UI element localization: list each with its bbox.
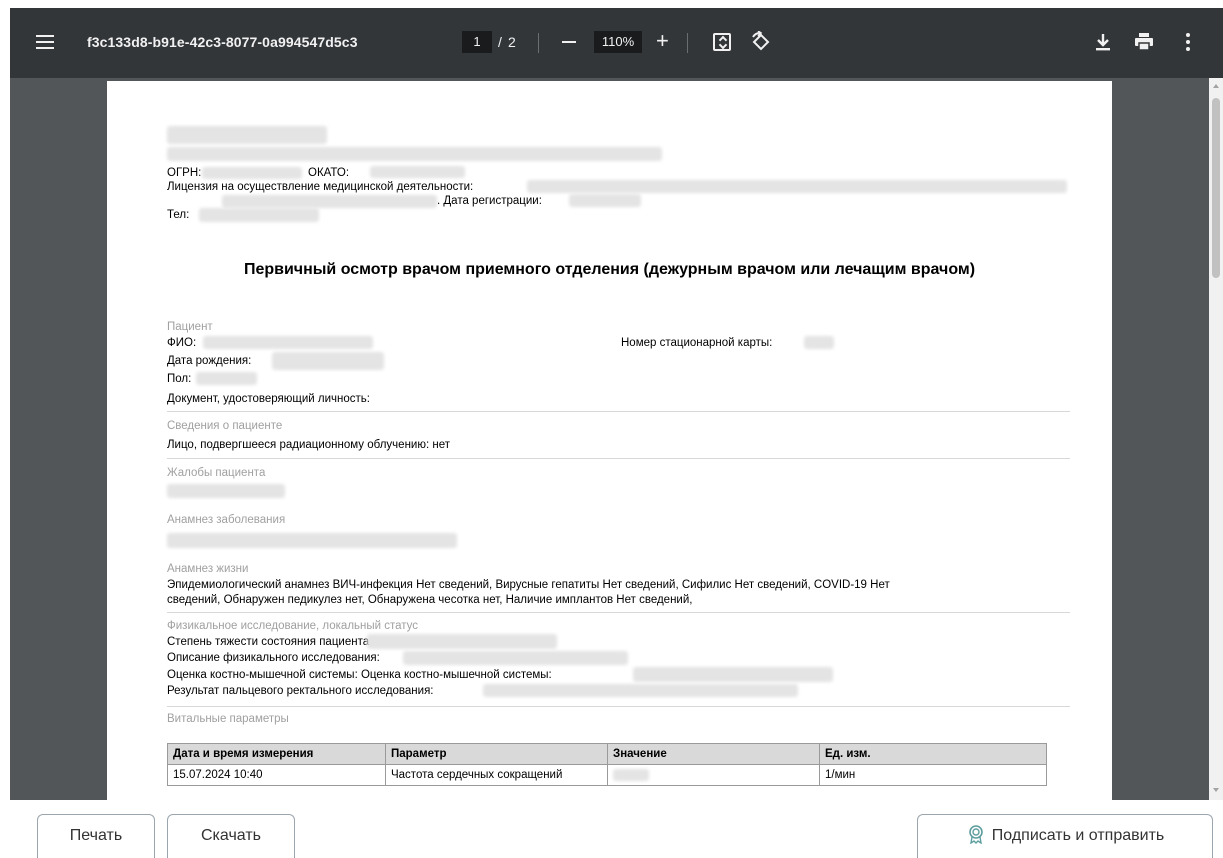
table-cell [607, 764, 820, 786]
zoom-in-icon[interactable]: + [656, 28, 669, 54]
musculoskeletal-label: Оценка костно-мышечной системы: Оценка к… [167, 669, 552, 681]
certificate-icon [968, 825, 983, 845]
sex-label: Пол: [167, 373, 192, 385]
section-complaints: Жалобы пациента [167, 467, 266, 479]
page-number-input[interactable]: 1 [462, 31, 492, 53]
pdf-toolbar: f3c133d8-b91e-42c3-8077-0a994547d5c3 1 /… [10, 8, 1223, 78]
toolbar-divider [687, 33, 688, 53]
sign-and-send-button[interactable]: Подписать и отправить [917, 814, 1213, 858]
redacted-phone [199, 208, 319, 222]
page-separator: / [498, 34, 502, 50]
life-anamnesis-line-2: сведений, Обнаружен педикулез нет, Обнар… [167, 594, 693, 606]
physical-description-label: Описание физикального исследования: [167, 652, 380, 664]
print-icon[interactable] [1134, 32, 1154, 52]
page-total: 2 [508, 34, 516, 50]
redacted-license-2 [222, 195, 437, 208]
life-anamnesis-line-1: Эпидемиологический анамнез ВИЧ-инфекция … [167, 579, 890, 591]
license-label: Лицензия на осуществление медицинской де… [167, 181, 474, 193]
download-button[interactable]: Скачать [167, 814, 295, 858]
fit-page-icon[interactable] [713, 33, 731, 51]
column-header: Ед. изм. [819, 743, 1047, 765]
table-cell: Частота сердечных сокращений [385, 764, 608, 786]
pdf-page: ОГРН: ОКАТО: Лицензия на осуществление м… [107, 81, 1112, 800]
more-options-icon[interactable] [1186, 33, 1190, 51]
phone-label: Тел: [167, 209, 190, 221]
redacted-physical-description [403, 651, 628, 665]
scrollbar-thumb[interactable] [1212, 98, 1220, 278]
toolbar-divider [538, 33, 539, 53]
redacted-sex [196, 372, 257, 385]
scrollbar[interactable] [1209, 78, 1223, 800]
ogrn-label: ОГРН: [167, 167, 202, 179]
section-life-anamnesis: Анамнез жизни [167, 563, 249, 575]
redacted-org-line [167, 147, 662, 161]
severity-label: Степень тяжести состояния пациента: [167, 636, 373, 648]
scroll-down-arrow-icon[interactable] [1213, 788, 1219, 792]
redacted-reg-date [569, 194, 641, 207]
column-header: Значение [607, 743, 820, 765]
redacted-okato [370, 166, 465, 178]
redacted-musculoskeletal [633, 667, 833, 682]
section-vitals: Витальные параметры [167, 713, 289, 725]
birth-date-label: Дата рождения: [167, 355, 252, 367]
fio-label: ФИО: [167, 337, 197, 349]
scroll-up-arrow-icon[interactable] [1213, 84, 1219, 88]
redacted-rectal-exam [483, 684, 798, 697]
document-title: f3c133d8-b91e-42c3-8077-0a994547d5c3 [87, 34, 358, 50]
registration-date-label: . Дата регистрации: [437, 195, 542, 207]
table-row: 15.07.2024 10:40 Частота сердечных сокра… [167, 764, 1047, 786]
section-disease-anamnesis: Анамнез заболевания [167, 514, 286, 526]
id-document-label: Документ, удостоверяющий личность: [167, 393, 370, 405]
download-icon[interactable] [1095, 32, 1111, 52]
redacted-birth-date [272, 352, 384, 370]
redacted-complaints [167, 484, 285, 498]
divider [167, 458, 1070, 459]
divider [167, 411, 1070, 412]
rotate-icon[interactable] [750, 31, 772, 53]
okato-label: ОКАТО: [308, 167, 350, 179]
print-button[interactable]: Печать [37, 814, 155, 858]
redacted-fio [203, 336, 373, 349]
table-cell: 1/мин [819, 764, 1047, 786]
vitals-table: Дата и время измерения Параметр Значение… [167, 743, 1047, 786]
column-header: Дата и время измерения [167, 743, 386, 765]
redacted-value [613, 768, 649, 781]
redacted-org-name [167, 126, 327, 144]
rectal-exam-label: Результат пальцевого ректального исследо… [167, 685, 434, 697]
table-cell: 15.07.2024 10:40 [167, 764, 386, 786]
table-header-row: Дата и время измерения Параметр Значение… [167, 743, 1047, 765]
redacted-license [527, 180, 1067, 193]
pdf-viewer: f3c133d8-b91e-42c3-8077-0a994547d5c3 1 /… [10, 8, 1223, 800]
column-header: Параметр [385, 743, 608, 765]
section-patient: Пациент [167, 321, 213, 333]
sign-and-send-label: Подписать и отправить [991, 827, 1165, 844]
redacted-severity [367, 634, 557, 649]
section-physical-exam: Физикальное исследование, локальный стат… [167, 620, 419, 632]
zoom-level-input[interactable]: 110% [594, 31, 642, 53]
zoom-out-icon[interactable] [562, 41, 576, 43]
menu-icon[interactable] [36, 35, 54, 49]
redacted-disease-anamnesis [167, 533, 457, 548]
radiation-text: Лицо, подвергшееся радиационному облучен… [167, 439, 450, 451]
card-number-label: Номер стационарной карты: [621, 337, 773, 349]
divider [167, 706, 1070, 707]
section-patient-info: Сведения о пациенте [167, 420, 283, 432]
document-heading: Первичный осмотр врачом приемного отделе… [243, 261, 976, 278]
redacted-card-number [804, 336, 834, 349]
redacted-ogrn [202, 167, 302, 179]
divider [167, 612, 1070, 613]
